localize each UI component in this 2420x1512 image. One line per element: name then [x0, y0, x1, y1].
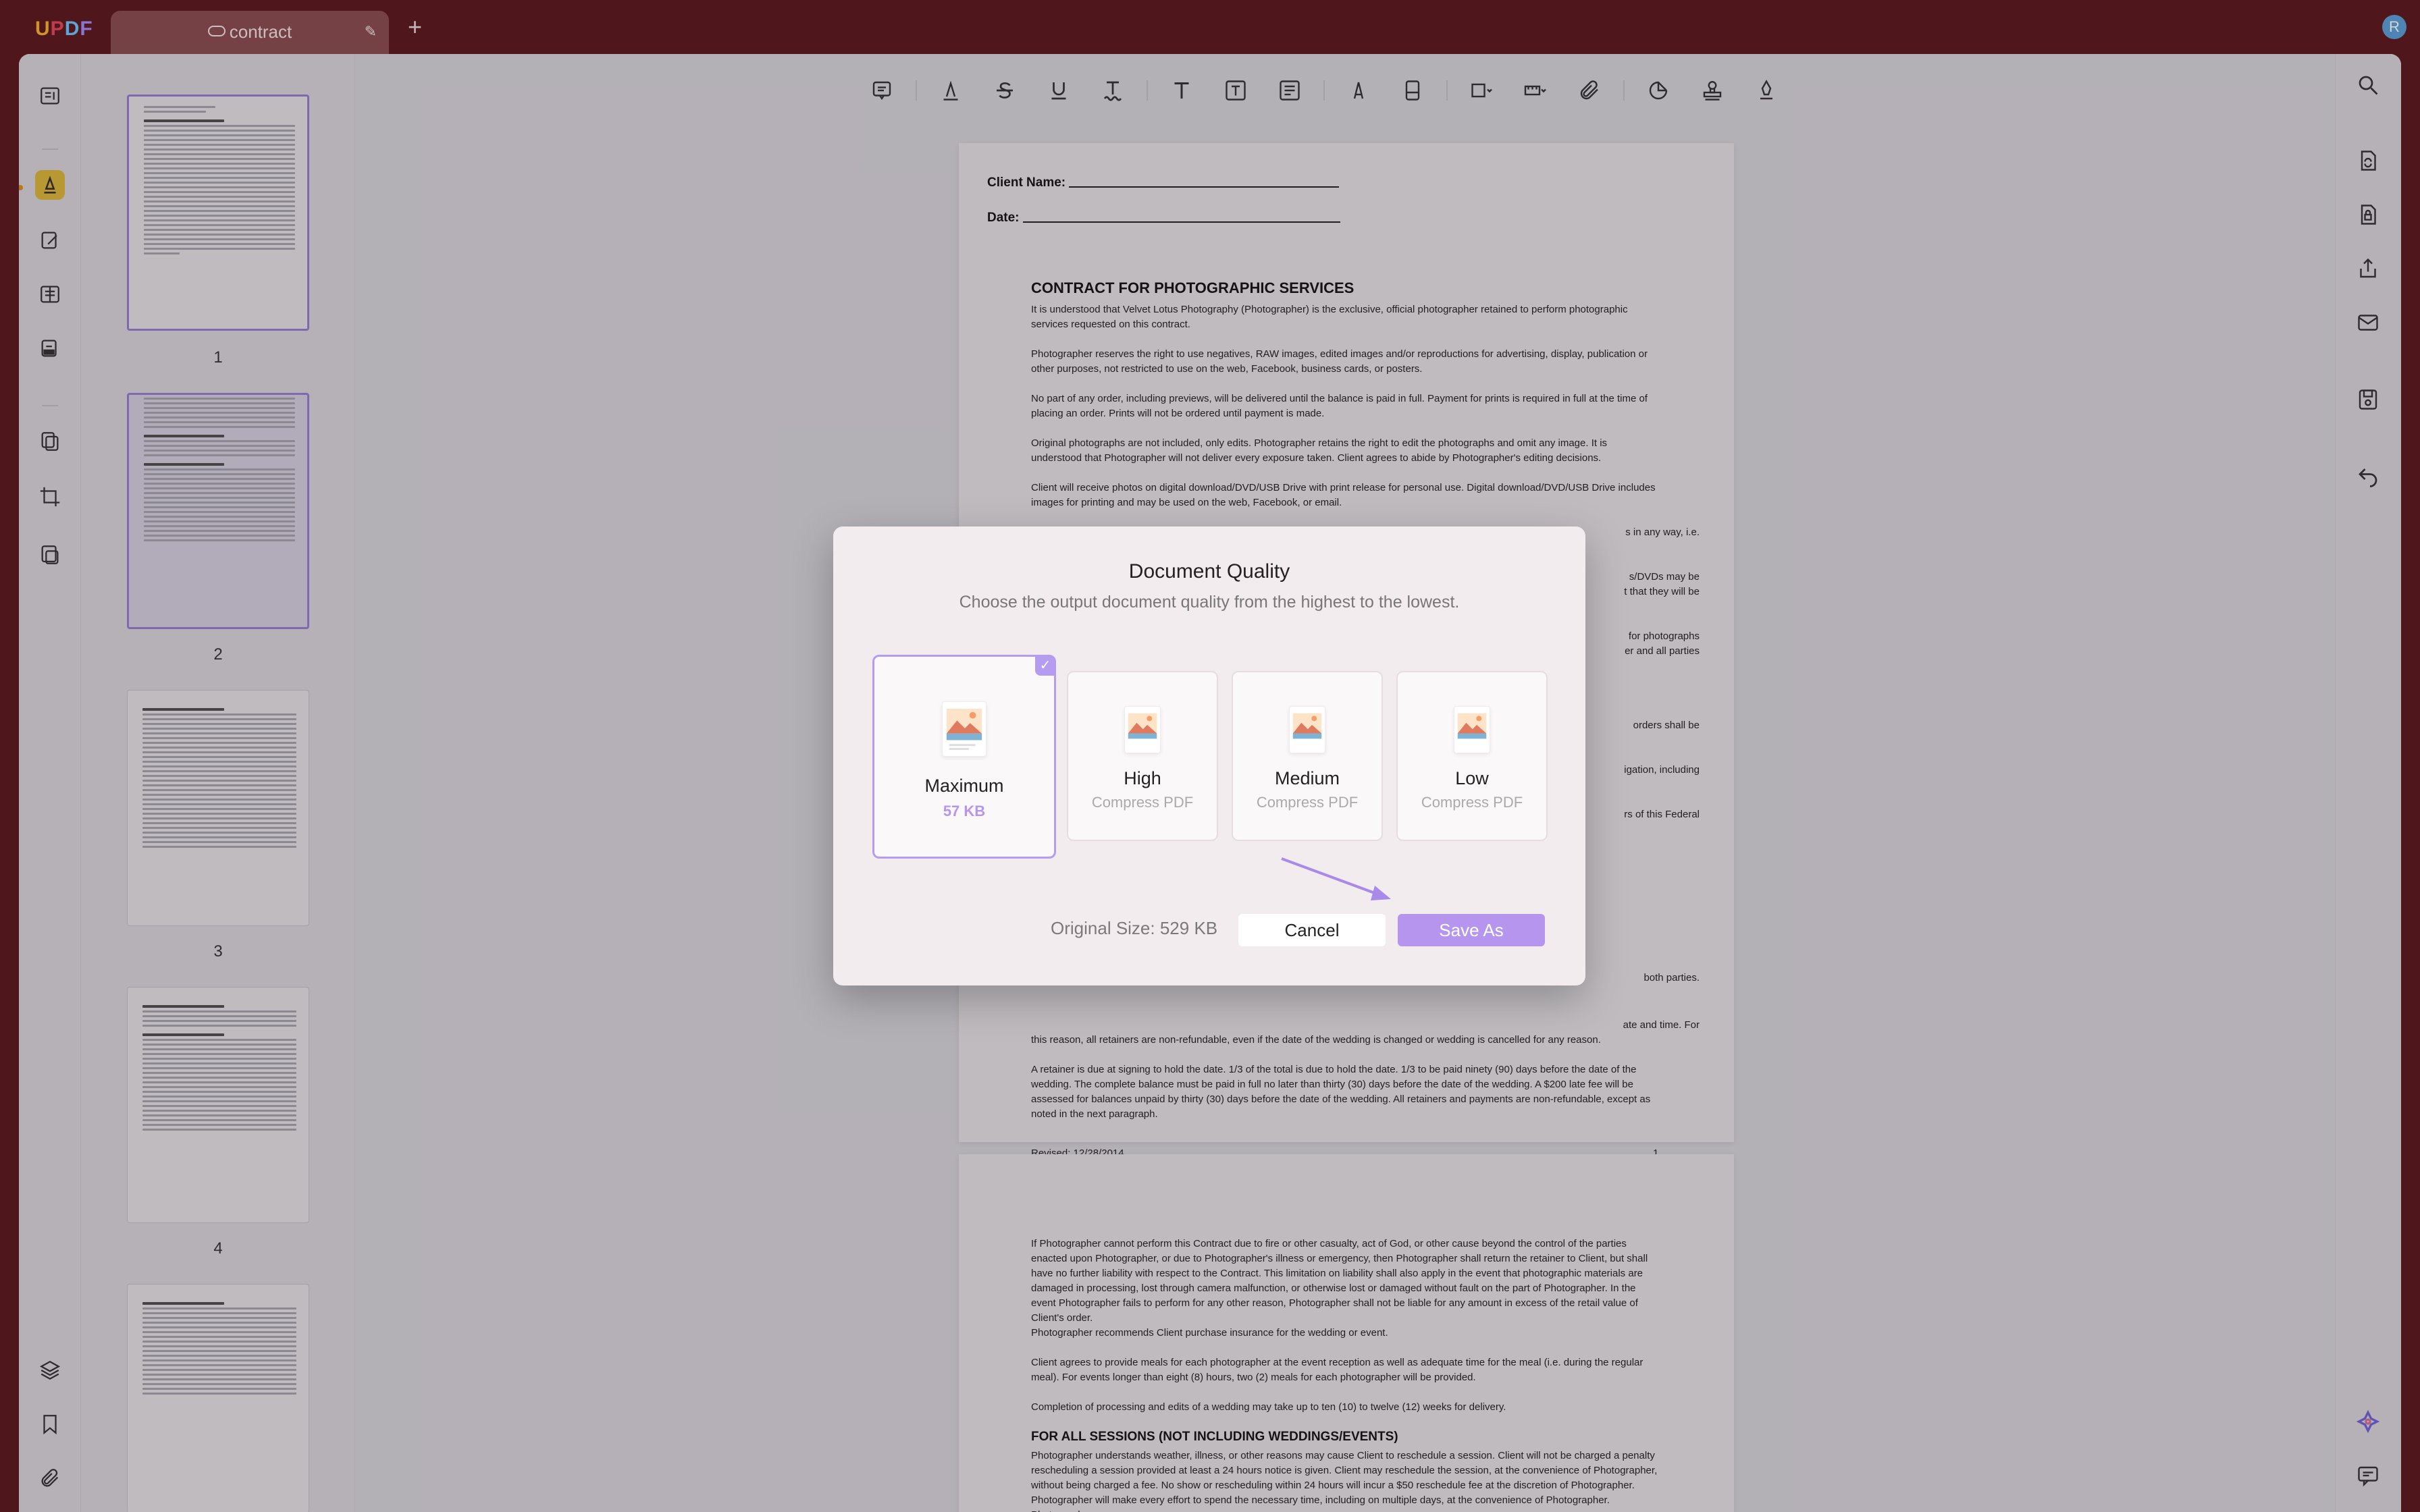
- document-quality-dialog: Document Quality Choose the output docum…: [833, 526, 1585, 986]
- pdf-preview-icon: [1289, 706, 1325, 753]
- option-name: Low: [1455, 768, 1489, 788]
- original-size-label: Original Size: 529 KB: [1051, 918, 1218, 938]
- dialog-title: Document Quality: [1128, 560, 1290, 583]
- pdf-preview-icon: [942, 701, 987, 757]
- quality-option-high[interactable]: High Compress PDF: [1067, 671, 1218, 841]
- checkmark-icon: ✓: [1035, 655, 1055, 676]
- quality-option-medium[interactable]: Medium Compress PDF: [1232, 671, 1383, 841]
- arrow-pointer-icon: [1281, 857, 1391, 900]
- option-description: Compress PDF: [1256, 794, 1359, 811]
- save-as-button[interactable]: Save As: [1398, 914, 1545, 946]
- option-description: Compress PDF: [1091, 794, 1194, 811]
- option-name: Maximum: [924, 776, 1004, 796]
- dialog-subtitle: Choose the output document quality from …: [959, 593, 1460, 612]
- quality-option-low[interactable]: Low Compress PDF: [1396, 671, 1548, 841]
- option-name: High: [1124, 768, 1161, 788]
- option-description: Compress PDF: [1421, 794, 1523, 811]
- option-name: Medium: [1274, 768, 1340, 788]
- quality-option-maximum[interactable]: ✓ Maximum 57 KB: [872, 655, 1056, 859]
- pdf-preview-icon: [1124, 706, 1161, 753]
- pdf-preview-icon: [1454, 706, 1490, 753]
- option-size: 57 KB: [943, 803, 986, 819]
- cancel-button[interactable]: Cancel: [1238, 914, 1386, 946]
